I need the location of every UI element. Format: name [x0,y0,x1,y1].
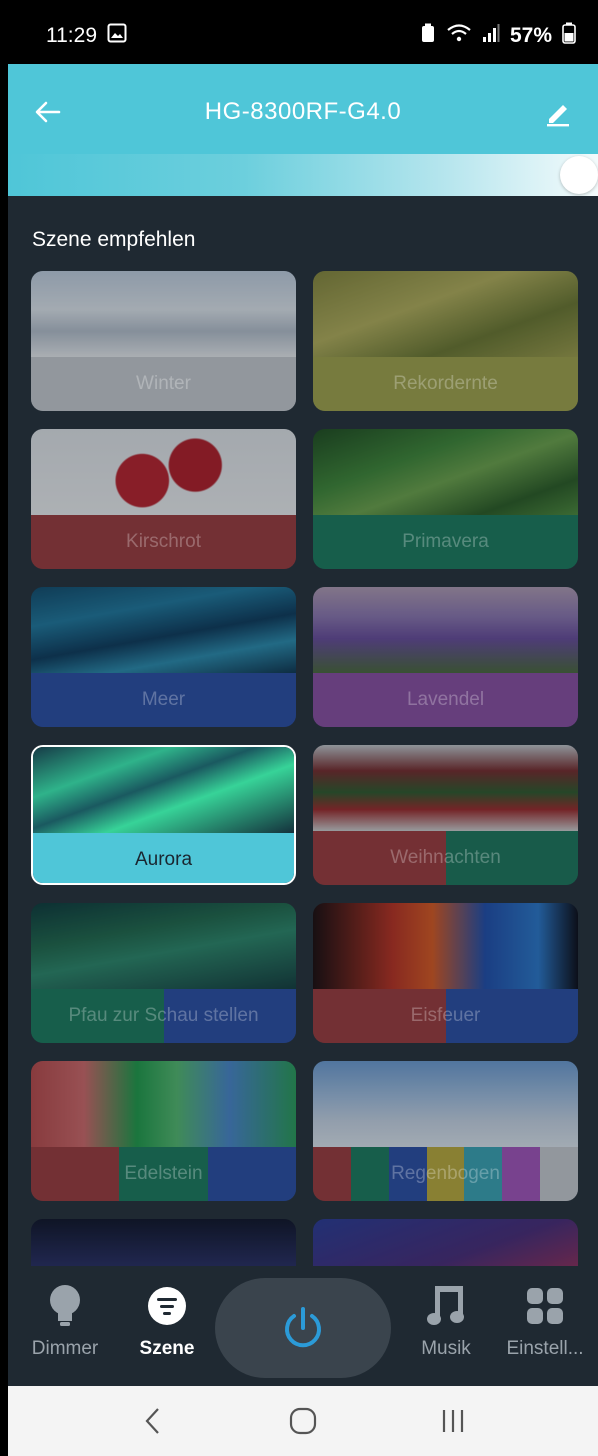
scene-card[interactable]: Kirschrot [31,429,296,569]
section-title: Szene empfehlen [32,228,196,251]
scene-card[interactable]: Pfau zur Schau stellen [31,903,296,1043]
scene-image [313,1219,578,1266]
system-back-button[interactable] [123,1396,183,1446]
device-title: HG-8300RF-G4.0 [204,98,402,125]
scene-image [313,745,578,831]
wifi-icon [446,23,472,49]
scene-label: Weihnachten [390,847,501,868]
scene-label: Kirschrot [126,531,201,552]
nav-einstellungen[interactable]: Einstell... [490,1284,598,1360]
scene-image [33,747,294,833]
system-home-button[interactable] [273,1396,333,1446]
signal-icon [482,23,500,49]
scene-label: Winter [136,373,191,394]
app-header: HG-8300RF-G4.0 [8,64,598,196]
scene-label: Eisfeuer [410,1005,481,1026]
system-navigation-bar [8,1386,598,1456]
pencil-icon [547,105,569,127]
scene-label: Meer [141,689,186,710]
home-circle-icon [289,1407,317,1435]
scene-label: Lavendel [406,689,485,710]
back-arrow-icon [35,101,61,123]
bulb-icon [50,1285,80,1326]
gallery-notification-icon [107,23,127,49]
recents-icon [442,1410,464,1432]
scene-card[interactable]: Meer [31,587,296,727]
scene-image [313,587,578,673]
back-button[interactable] [26,90,70,134]
scene-image [31,903,296,989]
nav-musik[interactable]: Musik [391,1284,501,1360]
scene-card[interactable]: Weihnachten [313,745,578,885]
nav-szene[interactable]: Szene [112,1284,222,1360]
scene-card[interactable] [31,1219,296,1266]
scene-label: Aurora [134,849,193,870]
scene-label: Rekordernte [393,373,498,394]
scene-label: Pfau zur Schau stellen [68,1005,259,1026]
scene-card[interactable]: Rekordernte [313,271,578,411]
nav-dimmer[interactable]: Dimmer [10,1284,120,1360]
battery-saver-icon [420,23,436,49]
nav-label: Musik [421,1338,471,1359]
scene-card[interactable]: Winter [31,271,296,411]
scene-card[interactable]: Lavendel [313,587,578,727]
edit-button[interactable] [536,90,580,134]
scene-image [313,271,578,357]
power-icon [285,1307,321,1348]
scene-image [31,271,296,357]
bottom-navigation: Dimmer Szene Musik Einstell... [8,1266,598,1386]
scene-panel: Szene empfehlen Winter Rekordernte Kirschr… [8,196,598,1266]
brightness-slider[interactable] [8,154,598,196]
scene-image [31,1061,296,1147]
scene-image [313,903,578,989]
brightness-slider-thumb[interactable] [560,156,598,194]
scene-label: Primavera [402,531,489,552]
battery-percent: 57% [509,24,552,47]
scene-image [31,587,296,673]
scene-image [31,429,296,515]
scene-label: Regenbogen [391,1163,500,1184]
scene-card[interactable]: Primavera [313,429,578,569]
scene-card[interactable]: Aurora [31,745,296,885]
scene-icon [148,1287,186,1325]
system-recents-button[interactable] [423,1396,483,1446]
status-bar: 11:29 57% [8,8,598,64]
scene-image [313,429,578,515]
scene-label: Edelstein [124,1163,203,1184]
chevron-left-icon [145,1408,159,1434]
music-icon [427,1286,464,1325]
scene-image [31,1219,296,1266]
nav-label: Dimmer [31,1338,99,1359]
battery-icon [562,22,576,50]
power-button[interactable] [215,1278,391,1378]
nav-label: Einstell... [506,1338,584,1359]
nav-label: Szene [139,1338,195,1359]
scene-image [313,1061,578,1147]
scene-card[interactable]: Edelstein [31,1061,296,1201]
scene-card[interactable]: Eisfeuer [313,903,578,1043]
scene-card[interactable] [313,1219,578,1266]
status-time: 11:29 [46,24,97,47]
scene-card[interactable]: Regenbogen [313,1061,578,1201]
settings-grid-icon [527,1288,563,1324]
